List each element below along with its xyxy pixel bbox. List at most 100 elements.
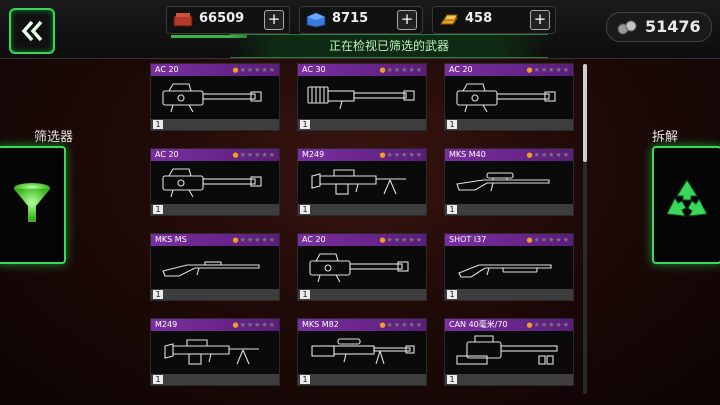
weapon-silhouette-icon — [311, 338, 415, 365]
weapon-silhouette-icon — [309, 253, 409, 283]
weapon-card[interactable]: AC 20 ●★★★★★ 1 — [150, 148, 280, 216]
weapon-card[interactable]: AC 30 ●★★★★★ 1 — [297, 63, 427, 131]
resource-crate: 8715 + — [299, 6, 423, 38]
weapon-star-rating: ●★★★★★ — [232, 150, 276, 160]
filter-button[interactable] — [0, 146, 66, 264]
star-icon: ★ — [268, 66, 276, 74]
weapon-count: 1 — [300, 375, 310, 384]
dismantle-button[interactable] — [652, 146, 720, 264]
star-icon: ★ — [386, 236, 394, 244]
weapon-silhouette-icon — [311, 169, 406, 195]
star-icon: ★ — [261, 151, 269, 159]
weapon-star-rating: ●★★★★★ — [526, 320, 570, 330]
star-icon: ★ — [268, 151, 276, 159]
star-icon: ★ — [555, 236, 563, 244]
weapon-name: AC 20 — [449, 65, 473, 74]
weapon-grid: AC 20 ●★★★★★ 1 AC 30 ●★★★★★ 1 AC 20 ●★★★★★ 1 AC 2… — [148, 60, 588, 405]
weapon-card[interactable]: MKS M82 ●★★★★★ 1 — [297, 318, 427, 386]
resource-gold-value: 458 — [465, 11, 493, 26]
scrollbar-thumb[interactable] — [583, 64, 587, 162]
star-icon: ★ — [562, 151, 570, 159]
star-icon: ★ — [268, 236, 276, 244]
weapon-name: MKS M40 — [449, 150, 486, 159]
weapon-star-rating: ●★★★★★ — [232, 235, 276, 245]
weapon-card-header: AC 30 ●★★★★★ — [298, 64, 426, 76]
weapon-card-footer — [298, 204, 426, 215]
star-icon: ★ — [261, 321, 269, 329]
weapon-count: 1 — [153, 205, 163, 214]
star-icon: ★ — [239, 151, 247, 159]
star-icon: ★ — [386, 66, 394, 74]
weapon-card-header: M249 ●★★★★★ — [151, 319, 279, 331]
weapon-card[interactable]: CAN 40毫米/70 ●★★★★★ 1 — [444, 318, 574, 386]
weapon-card[interactable]: AC 20 ●★★★★★ 1 — [444, 63, 574, 131]
back-button[interactable] — [9, 8, 55, 54]
currency-value: 51476 — [645, 17, 701, 36]
resource-crate-value: 8715 — [332, 11, 369, 26]
star-icon: ★ — [555, 66, 563, 74]
weapon-count: 1 — [300, 120, 310, 129]
star-icon: ★ — [408, 236, 416, 244]
weapon-card[interactable]: MKS MS ●★★★★★ 1 — [150, 233, 280, 301]
rank-dot-icon: ● — [526, 236, 534, 244]
rank-dot-icon: ● — [379, 236, 387, 244]
star-icon: ★ — [415, 66, 423, 74]
add-brick-button[interactable]: + — [264, 10, 284, 30]
weapon-card[interactable]: MKS M40 ●★★★★★ 1 — [444, 148, 574, 216]
add-crate-button[interactable]: + — [397, 10, 417, 30]
weapon-card-header: AC 20 ●★★★★★ — [151, 64, 279, 76]
weapon-silhouette-icon — [456, 335, 558, 365]
weapon-star-rating: ●★★★★★ — [526, 235, 570, 245]
weapon-name: AC 30 — [302, 65, 326, 74]
resource-brick: 66509 + — [166, 6, 290, 38]
weapon-card-footer — [445, 289, 573, 300]
star-icon: ★ — [408, 151, 416, 159]
weapon-silhouette-icon — [164, 339, 259, 365]
rank-dot-icon: ● — [379, 151, 387, 159]
weapon-card[interactable]: M249 ●★★★★★ 1 — [297, 148, 427, 216]
recycle-icon — [666, 179, 708, 217]
add-gold-button[interactable]: + — [530, 10, 550, 30]
weapon-card-header: AC 20 ●★★★★★ — [445, 64, 573, 76]
weapon-star-rating: ●★★★★★ — [379, 320, 423, 330]
weapon-count: 1 — [447, 290, 457, 299]
resource-gold: 458 + — [432, 6, 556, 38]
star-icon: ★ — [239, 66, 247, 74]
weapon-card-header: AC 20 ●★★★★★ — [151, 149, 279, 161]
star-icon: ★ — [555, 151, 563, 159]
weapon-card[interactable]: M249 ●★★★★★ 1 — [150, 318, 280, 386]
weapon-silhouette-icon — [162, 168, 262, 198]
weapon-name: CAN 40毫米/70 — [449, 320, 508, 329]
weapon-card[interactable]: AC 20 ●★★★★★ 1 — [297, 233, 427, 301]
weapon-card[interactable]: AC 20 ●★★★★★ 1 — [150, 63, 280, 131]
star-icon: ★ — [268, 321, 276, 329]
weapon-count: 1 — [447, 205, 457, 214]
weapon-card-header: CAN 40毫米/70 ●★★★★★ — [445, 319, 573, 331]
weapon-name: SHOT I37 — [449, 235, 487, 244]
weapon-name: AC 20 — [155, 65, 179, 74]
weapon-card-header: AC 20 ●★★★★★ — [298, 234, 426, 246]
star-icon: ★ — [415, 151, 423, 159]
star-icon: ★ — [386, 151, 394, 159]
weapon-silhouette-icon — [162, 83, 262, 113]
weapon-star-rating: ●★★★★★ — [379, 150, 423, 160]
filter-label: 筛选器 — [34, 130, 74, 145]
star-icon: ★ — [261, 236, 269, 244]
weapon-count: 1 — [153, 375, 163, 384]
weapon-card[interactable]: SHOT I37 ●★★★★★ 1 — [444, 233, 574, 301]
gold-bar-resource-icon — [440, 14, 458, 25]
weapon-silhouette-icon — [456, 83, 556, 113]
weapon-card-footer — [298, 374, 426, 385]
star-icon: ★ — [408, 66, 416, 74]
rank-dot-icon: ● — [379, 66, 387, 74]
double-chevron-left-icon — [21, 20, 43, 42]
weapon-card-header: MKS M40 ●★★★★★ — [445, 149, 573, 161]
page-subtitle: 正在检视已筛选的武器 — [230, 34, 548, 58]
weapon-card-header: M249 ●★★★★★ — [298, 149, 426, 161]
rank-dot-icon: ● — [526, 151, 534, 159]
brick-resource-icon — [173, 13, 193, 27]
rank-dot-icon: ● — [526, 321, 534, 329]
weapon-count: 1 — [447, 120, 457, 129]
weapon-card-footer — [445, 374, 573, 385]
weapon-card-footer — [151, 204, 279, 215]
